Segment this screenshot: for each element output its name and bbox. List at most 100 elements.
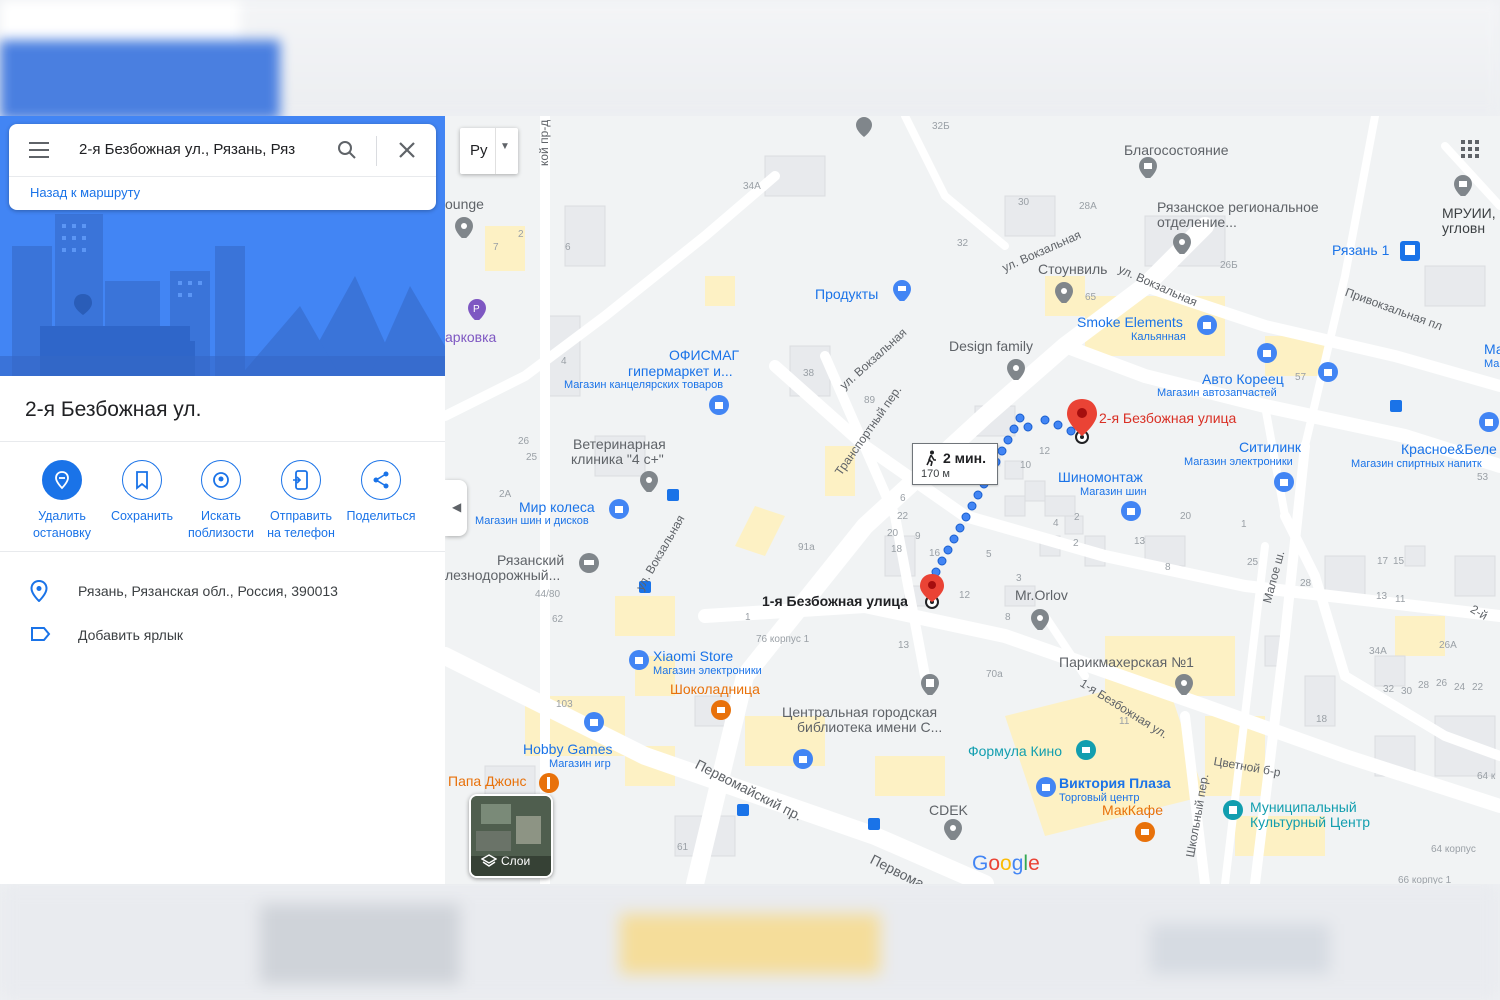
share-button[interactable]: Поделиться [341, 460, 421, 525]
museum-icon[interactable] [1452, 174, 1474, 196]
address-row[interactable]: Рязань, Рязанская обл., Россия, 390013 [0, 578, 445, 608]
shop-bag-icon[interactable] [1478, 411, 1500, 433]
shop-bag-icon[interactable] [1120, 500, 1142, 522]
poi-produkty[interactable]: Продукты [815, 287, 878, 302]
shop-bag-icon[interactable] [1256, 342, 1278, 364]
school-icon[interactable] [578, 552, 600, 574]
poi-mrorlov[interactable]: Mr.Orlov [1015, 588, 1068, 603]
poi-officemag-2[interactable]: гипермаркет и... [628, 364, 733, 379]
poi-shoko[interactable]: Шоколадница [670, 681, 760, 697]
close-icon[interactable] [397, 140, 417, 160]
shop-bag-icon[interactable] [708, 394, 730, 416]
poi-ryaz-otd-2[interactable]: отделение... [1157, 215, 1237, 230]
cafe-icon[interactable] [1134, 821, 1156, 843]
poi-krasnoe[interactable]: Красное&Беле [1401, 442, 1497, 457]
bus-stop-icon[interactable] [666, 488, 688, 510]
shopping-cart-icon[interactable] [891, 279, 913, 301]
poi-mruii-2[interactable]: угловн [1442, 221, 1485, 236]
poi-avto[interactable]: Авто Кореец [1202, 372, 1284, 387]
poi-citilink[interactable]: Ситилинк [1239, 440, 1301, 455]
map-pin-icon[interactable] [1173, 673, 1195, 695]
language-selector[interactable]: Ру ▼ [460, 128, 518, 174]
poi-parik[interactable]: Парикмахерская №1 [1059, 655, 1194, 670]
shop-bag-icon[interactable] [1035, 776, 1057, 798]
map-pin-icon[interactable] [1053, 281, 1075, 303]
poi-munic-2[interactable]: Культурный Центр [1250, 815, 1370, 830]
bus-stop-icon[interactable] [867, 817, 889, 839]
poi-parkovka[interactable]: арковка [445, 330, 496, 345]
apps-grid-icon[interactable] [1461, 140, 1479, 158]
search-icon[interactable] [337, 140, 357, 160]
map-pin-icon[interactable] [942, 818, 964, 840]
parking-icon[interactable]: P [466, 298, 488, 320]
nearby-button[interactable]: Искать поблизости [181, 460, 261, 542]
shop-bag-icon[interactable] [628, 649, 650, 671]
hamburger-menu-icon[interactable] [29, 142, 49, 158]
house-number: 28 [1418, 680, 1430, 691]
shop-bag-icon[interactable] [608, 498, 630, 520]
map-canvas[interactable]: P Благосостояние Рязанское региональное … [445, 116, 1500, 884]
culture-icon[interactable] [1222, 799, 1244, 821]
cinema-icon[interactable] [1075, 739, 1097, 761]
poi-lounge[interactable]: ounge [445, 197, 484, 212]
poi-shino[interactable]: Шиномонтаж [1058, 470, 1143, 485]
send-to-phone-icon [293, 470, 308, 490]
poi-smoke[interactable]: Smoke Elements [1077, 315, 1183, 330]
poi-stounvil[interactable]: Стоунвиль [1038, 262, 1107, 277]
poi-ryaz-zhd-2[interactable]: лезнодорожный... [445, 568, 560, 583]
poi-xiaomi[interactable]: Xiaomi Store [653, 649, 733, 664]
poi-ryaz-zhd[interactable]: Рязанский [497, 553, 564, 568]
map-pin-icon[interactable] [453, 216, 475, 238]
poi-mir[interactable]: Мир колеса [519, 500, 595, 515]
shop-bag-icon[interactable] [1196, 314, 1218, 336]
house-number: 28 [1300, 578, 1312, 589]
shop-bag-icon[interactable] [1273, 471, 1295, 493]
bus-stop-icon[interactable] [736, 803, 758, 825]
send-to-phone-button[interactable]: Отправить на телефон [261, 460, 341, 542]
shop-bag-icon[interactable] [1317, 361, 1339, 383]
route-info-badge[interactable]: 2 мин. 170 м [912, 443, 998, 485]
bank-icon[interactable] [1137, 156, 1159, 178]
collapse-panel-button[interactable]: ◀ [445, 480, 467, 536]
poi-mar[interactable]: Мар [1484, 342, 1500, 357]
destination-label[interactable]: 2-я Безбожная улица [1099, 410, 1236, 426]
walking-icon [926, 450, 936, 466]
restaurant-icon[interactable] [538, 772, 560, 794]
poi-officemag-sub: Магазин канцелярских товаров [564, 379, 724, 391]
shop-bag-icon[interactable] [583, 711, 605, 733]
poi-ryaz-otd[interactable]: Рязанское региональное [1157, 200, 1319, 215]
poi-formula[interactable]: Формула Кино [968, 744, 1062, 759]
poi-mruii[interactable]: МРУИИ, [1442, 206, 1496, 221]
library-icon[interactable] [919, 673, 941, 695]
poi-officemag[interactable]: ОФИСМАГ [669, 348, 739, 363]
add-label-row[interactable]: Добавить ярлык [0, 622, 445, 652]
remove-stop-button[interactable]: Удалить остановку [22, 460, 102, 542]
poi-ryazan1[interactable]: Рязань 1 [1332, 243, 1389, 258]
poi-papa[interactable]: Папа Джонс [448, 773, 526, 789]
map-pin-icon[interactable] [638, 470, 660, 492]
cafe-icon[interactable] [710, 699, 732, 721]
map-pin-icon[interactable] [1005, 358, 1027, 380]
poi-vet-2[interactable]: клиника "4 с+" [571, 452, 664, 467]
poi-lib[interactable]: Центральная городская [782, 705, 937, 720]
map-pin-icon[interactable] [1029, 608, 1051, 630]
poi-cdek[interactable]: CDEK [929, 803, 968, 818]
map-pin-icon[interactable] [1171, 232, 1193, 254]
map-pin-icon[interactable] [853, 116, 875, 138]
poi-mak[interactable]: МакКафе [1102, 802, 1163, 818]
back-to-route-link[interactable]: Назад к маршруту [30, 185, 140, 200]
save-button[interactable]: Сохранить [102, 460, 182, 525]
poi-vet[interactable]: Ветеринарная [573, 437, 666, 452]
bus-stop-icon[interactable] [1389, 399, 1411, 421]
poi-viktoria[interactable]: Виктория Плаза [1059, 776, 1171, 791]
shop-bag-icon[interactable] [792, 748, 814, 770]
poi-blago[interactable]: Благосостояние [1124, 143, 1228, 158]
poi-design[interactable]: Design family [949, 339, 1033, 354]
poi-lib-2[interactable]: библиотека имени С... [797, 720, 942, 735]
layers-button[interactable]: Слои [469, 794, 553, 878]
origin-label[interactable]: 1-я Безбожная улица [762, 593, 908, 609]
poi-hobby[interactable]: Hobby Games [523, 742, 612, 757]
search-input[interactable]: 2-я Безбожная ул., Рязань, Ряз [79, 141, 315, 158]
train-station-icon[interactable] [1399, 240, 1421, 262]
poi-munic[interactable]: Муниципальный [1250, 800, 1357, 815]
